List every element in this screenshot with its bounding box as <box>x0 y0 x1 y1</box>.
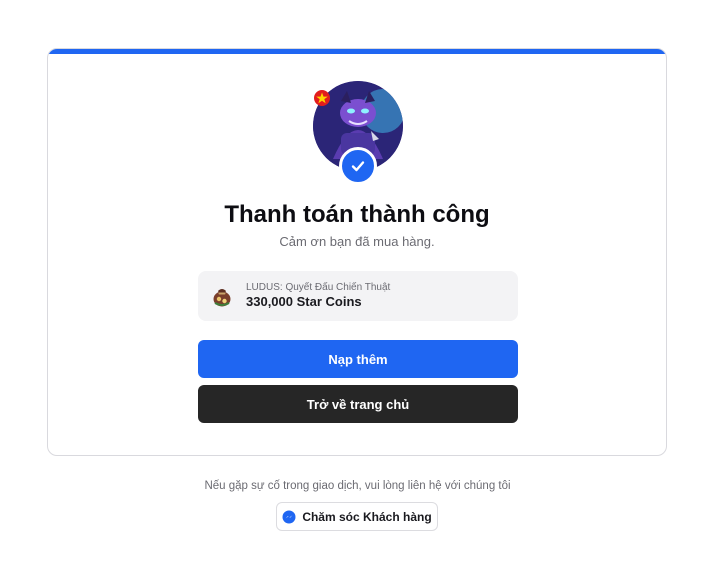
check-icon <box>351 161 365 172</box>
back-home-button[interactable]: Trở về trang chủ <box>198 385 518 423</box>
messenger-icon <box>282 510 296 523</box>
game-avatar-wrap <box>313 81 403 185</box>
customer-support-label: Chăm sóc Khách hàng <box>302 509 432 524</box>
page-title: Thanh toán thành công <box>224 201 490 228</box>
coin-bag-icon <box>213 289 231 307</box>
support-text: Nếu gặp sự cố trong giao dịch, vui lòng … <box>204 480 511 492</box>
customer-support-button[interactable]: Chăm sóc Khách hàng <box>276 502 438 531</box>
success-badge <box>339 147 377 185</box>
order-summary: LUDUS: Quyết Đấu Chiến Thuật 330,000 Sta… <box>198 271 518 321</box>
topup-more-button[interactable]: Nạp thêm <box>198 340 518 378</box>
card-accent-bar <box>48 49 666 54</box>
product-amount: 330,000 Star Coins <box>246 294 362 309</box>
vietnam-flag-icon <box>314 90 330 106</box>
page-subtitle: Cảm ơn bạn đã mua hàng. <box>279 234 435 249</box>
payment-result-card: Thanh toán thành công Cảm ơn bạn đã mua … <box>47 48 667 456</box>
product-game-name: LUDUS: Quyết Đấu Chiến Thuật <box>246 282 391 293</box>
